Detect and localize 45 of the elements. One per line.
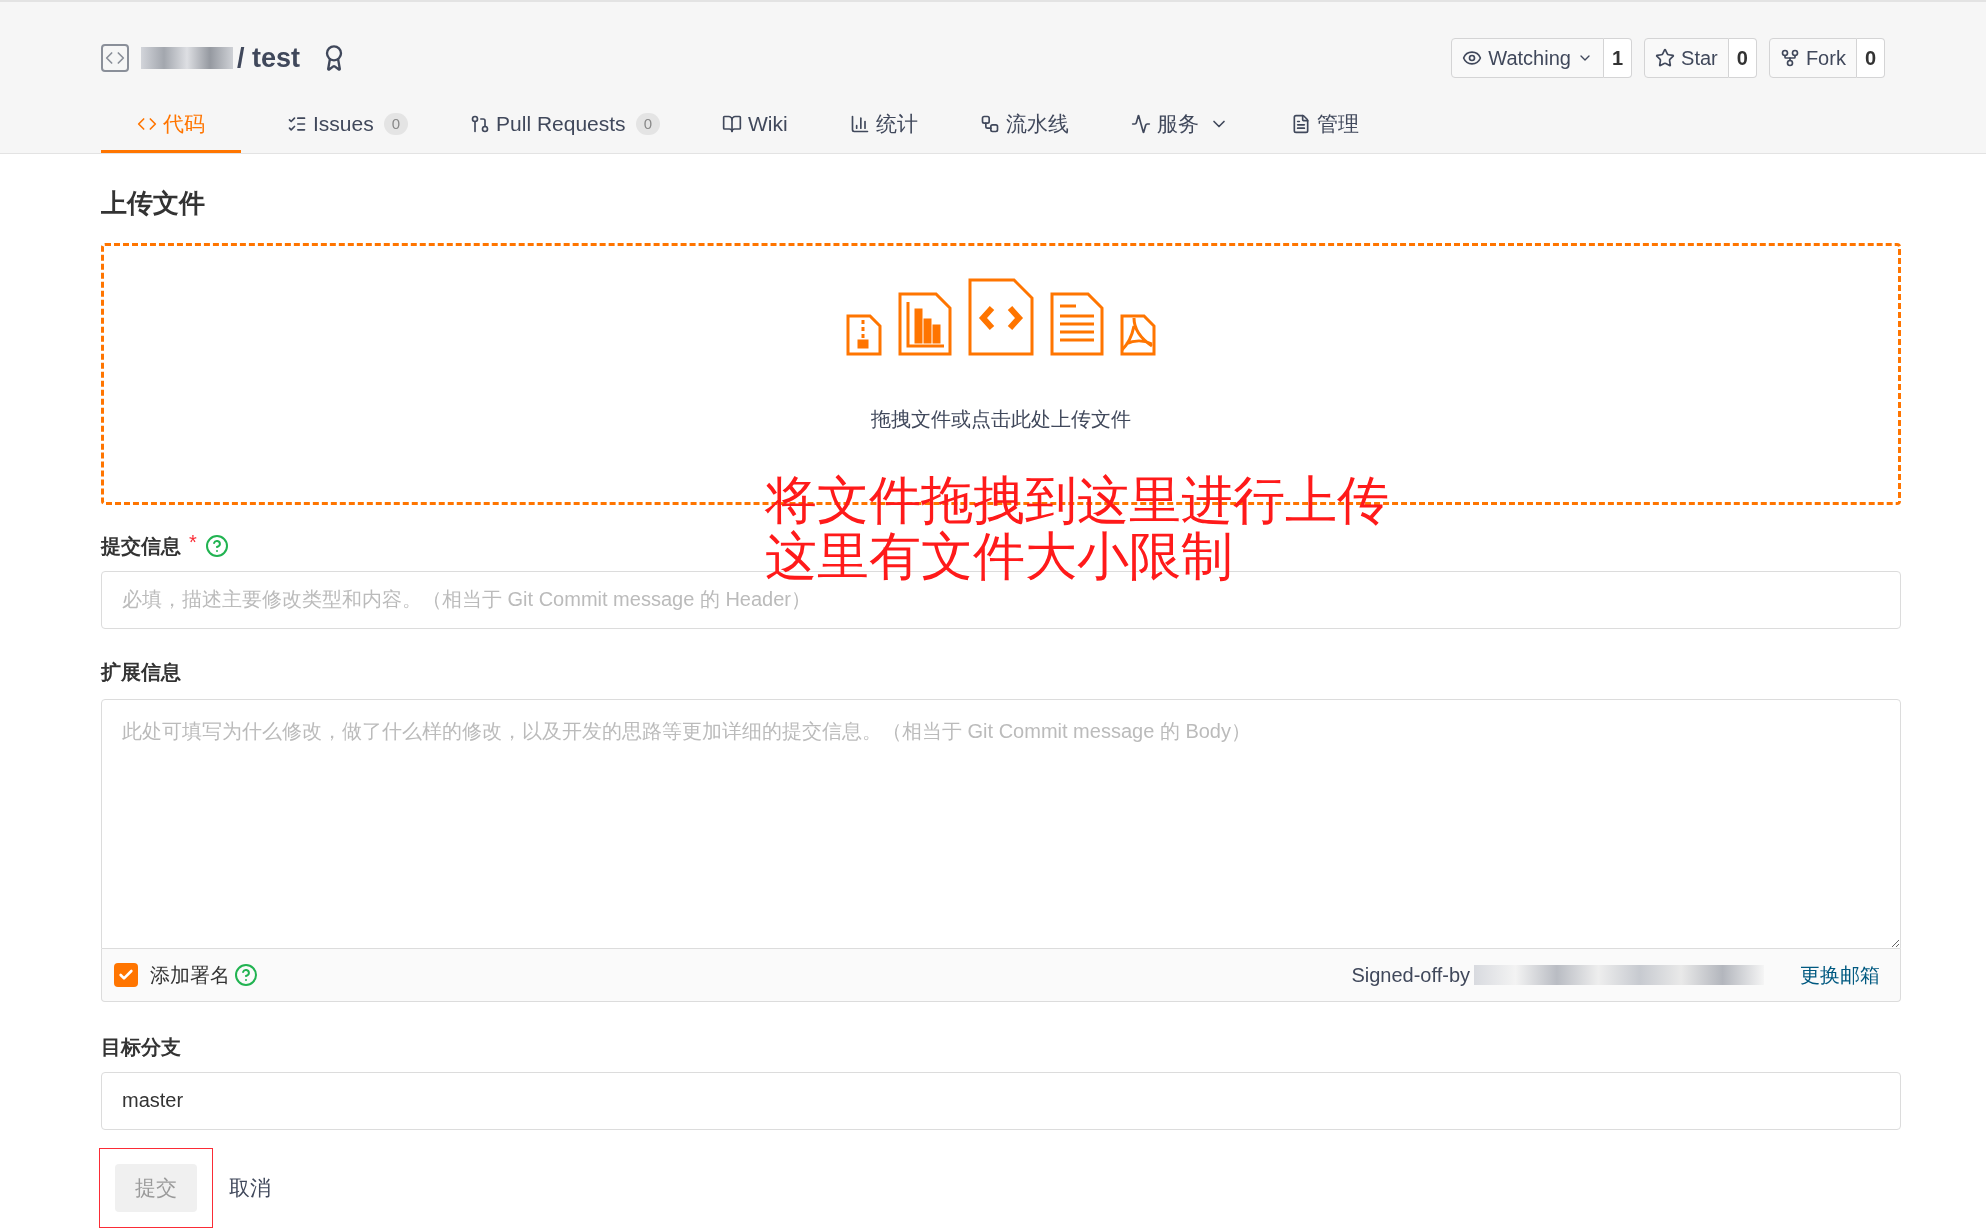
checkbox-label: 添加署名 bbox=[150, 962, 230, 988]
nav-tab[interactable]: Wiki bbox=[705, 98, 804, 153]
nav-tab[interactable]: Issues 0 bbox=[271, 98, 425, 153]
nav-tab[interactable]: 统计 bbox=[833, 98, 934, 153]
book-icon bbox=[721, 114, 742, 134]
field-label: 提交信息 bbox=[101, 533, 181, 559]
count-label: 0 bbox=[1728, 38, 1757, 79]
pipeline-icon bbox=[979, 114, 1000, 134]
help-icon bbox=[204, 533, 229, 558]
count-badge: 0 bbox=[635, 112, 660, 136]
signed-off-text: Signed-off-by bbox=[1351, 962, 1470, 988]
fork-button[interactable]: Fork bbox=[1768, 38, 1857, 79]
nav-tab[interactable]: 管理 bbox=[1274, 98, 1375, 153]
required-mark: * bbox=[189, 529, 197, 555]
cancel-link[interactable]: 取消 bbox=[229, 1171, 271, 1204]
repository-icon bbox=[101, 44, 129, 73]
field-label: 扩展信息 bbox=[101, 659, 182, 685]
zip-file-icon bbox=[846, 313, 882, 356]
extended-message-textarea[interactable]: 此处可填写为什么修改，做了什么样的修改，以及开发的思路等更加详细的提交信息。（相当于 Git Commit message 的 Body） bbox=[101, 698, 1901, 949]
help-icon bbox=[234, 962, 258, 987]
code-file-icon bbox=[968, 277, 1034, 356]
star-button[interactable]: Star bbox=[1644, 38, 1729, 79]
bar-chart-icon bbox=[849, 114, 870, 134]
watch-button[interactable]: Watching bbox=[1451, 38, 1604, 79]
chart-file-icon bbox=[898, 291, 952, 356]
pulse-icon bbox=[1130, 114, 1151, 134]
count-label: 1 bbox=[1603, 38, 1633, 79]
nav-tab[interactable]: Pull Requests 0 bbox=[454, 98, 676, 153]
signature-checkbox[interactable] bbox=[114, 962, 138, 987]
repository-name: / test bbox=[237, 42, 301, 75]
star-icon bbox=[1655, 48, 1676, 69]
count-badge: 0 bbox=[383, 112, 409, 136]
list-icon bbox=[287, 114, 307, 134]
text-file-icon bbox=[1050, 291, 1104, 356]
drop-hint: 拖拽文件或点击此处上传文件 bbox=[871, 406, 1131, 432]
nav-tab[interactable]: 流水线 bbox=[963, 98, 1085, 153]
branch-input[interactable]: master bbox=[101, 1071, 1901, 1130]
nav-tab[interactable]: 服务 bbox=[1114, 98, 1245, 153]
fork-icon bbox=[1779, 48, 1800, 69]
change-email-link[interactable]: 更换邮箱 bbox=[1800, 959, 1880, 990]
pdf-file-icon bbox=[1120, 313, 1156, 356]
count-label: 0 bbox=[1856, 38, 1885, 79]
field-label: 目标分支 bbox=[101, 1034, 182, 1060]
page-title: 上传文件 bbox=[101, 186, 206, 220]
pull-request-icon bbox=[470, 114, 491, 134]
